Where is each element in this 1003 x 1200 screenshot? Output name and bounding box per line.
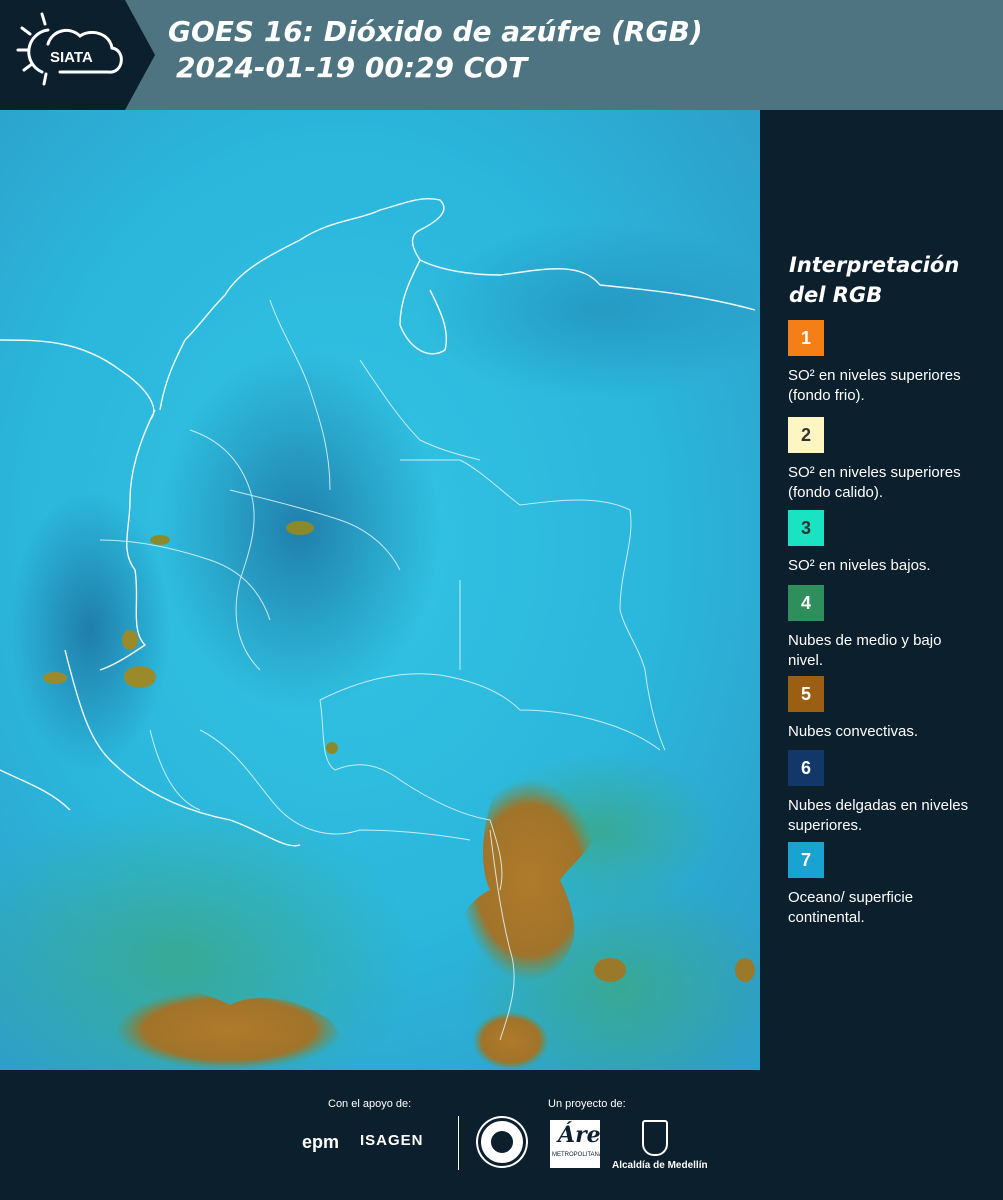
medellin-seal-icon: [478, 1118, 526, 1166]
siata-logo-text: SIATA: [50, 49, 93, 66]
legend-item-5: 5 Nubes convectivas.: [788, 676, 988, 742]
legend-swatch-7: 7: [788, 842, 824, 878]
legend-swatch-4: 4: [788, 585, 824, 621]
legend-item-1: 1 SO² en niveles superiores (fondo frio)…: [788, 320, 988, 406]
legend-label-6: Nubes delgadas en niveles superiores.: [788, 797, 969, 834]
legend-swatch-5: 5: [788, 676, 824, 712]
legend-item-2: 2 SO² en niveles superiores (fondo calid…: [788, 417, 988, 519]
area-logo-subtext: METROPOLITANA: [552, 1152, 603, 1158]
isagen-logo: ISAGEN: [360, 1132, 424, 1149]
legend-label-5: Nubes convectivas.: [788, 723, 919, 740]
legend-label-7: Oceano/ superficie continental.: [788, 889, 914, 926]
area-metropolitana-logo: Área METROPOLITANA: [550, 1120, 615, 1168]
header-bar: SIATA GOES 16: Dióxido de azúfre (RGB) 2…: [0, 0, 1003, 110]
legend-item-7: 7 Oceano/ superficie continental.: [788, 842, 988, 928]
legend-swatch-6: 6: [788, 750, 824, 786]
alcaldia-crest-icon: [642, 1120, 668, 1156]
legend-item-6: 6 Nubes delgadas en niveles superiores.: [788, 750, 988, 836]
legend-label-3: SO² en niveles bajos.: [788, 557, 931, 574]
legend-swatch-1: 1: [788, 320, 824, 356]
footer-divider: [458, 1116, 459, 1170]
footer-bar: Con el apoyo de: Un proyecto de: epm ISA…: [0, 1070, 1003, 1200]
legend-label-4: Nubes de medio y bajo nivel.: [788, 632, 942, 669]
area-logo-text: Área: [558, 1122, 615, 1148]
legend-item-4: 4 Nubes de medio y bajo nivel.: [788, 585, 988, 671]
legend-item-3: 3 SO² en niveles bajos.: [788, 510, 988, 576]
legend-title: Interpretación del RGB: [789, 253, 960, 307]
rgb-legend: Interpretación del RGB 1 SO² en niveles …: [762, 110, 1003, 1070]
alcaldia-label: Alcaldía de Medellín: [612, 1160, 708, 1171]
title-line1: GOES 16: Dióxido de azúfre (RGB): [168, 15, 703, 48]
title-line2: 2024-01-19 00:29 COT: [176, 51, 528, 84]
legend-label-1: SO² en niveles superiores (fondo frio).: [788, 367, 961, 404]
project-label: Un proyecto de:: [548, 1098, 626, 1110]
support-label: Con el apoyo de:: [328, 1098, 412, 1110]
legend-swatch-2: 2: [788, 417, 824, 453]
epm-logo: epm: [302, 1132, 340, 1152]
siata-logo: SIATA: [0, 0, 160, 110]
page-title: GOES 16: Dióxido de azúfre (RGB) 2024-01…: [168, 14, 703, 86]
legend-swatch-3: 3: [788, 510, 824, 546]
satellite-map: [0, 110, 760, 1070]
